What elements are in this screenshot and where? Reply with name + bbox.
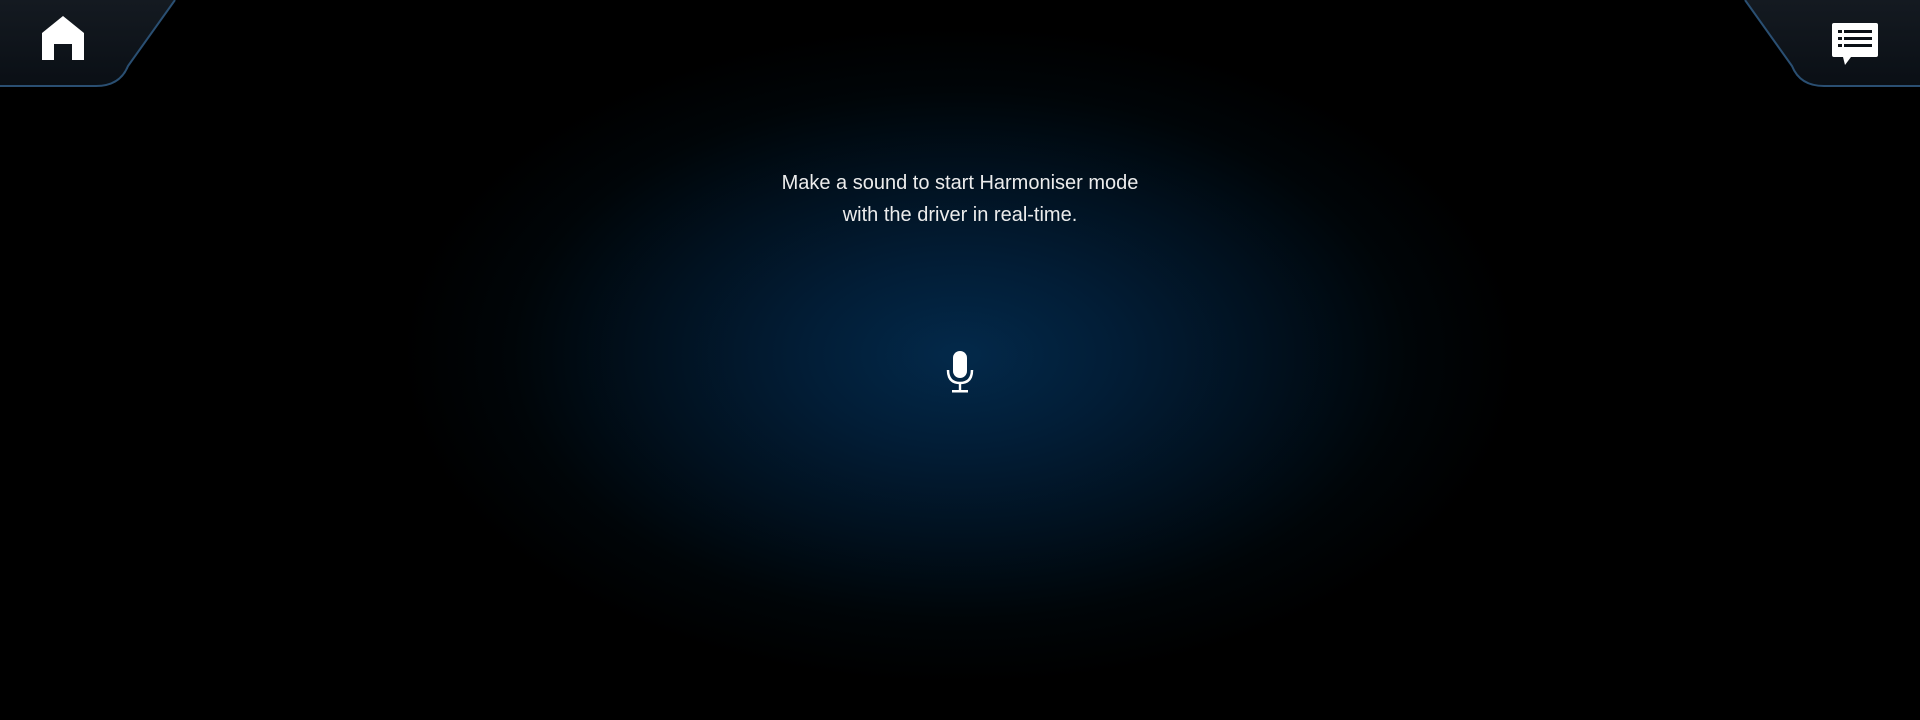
microphone-button[interactable] — [934, 344, 986, 396]
harmoniser-screen: Make a sound to start Harmoniser mode wi… — [0, 0, 1920, 720]
prompt-line-1: Make a sound to start Harmoniser mode — [781, 172, 1139, 194]
home-icon — [42, 16, 84, 60]
messages-icon — [1832, 23, 1878, 65]
harmoniser-prompt: Make a sound to start Harmoniser mode wi… — [660, 167, 1260, 231]
home-button[interactable] — [0, 0, 120, 80]
microphone-icon — [946, 351, 974, 393]
prompt-line-2: with the driver in real-time. — [842, 204, 1078, 226]
messages-button[interactable] — [1800, 0, 1920, 80]
